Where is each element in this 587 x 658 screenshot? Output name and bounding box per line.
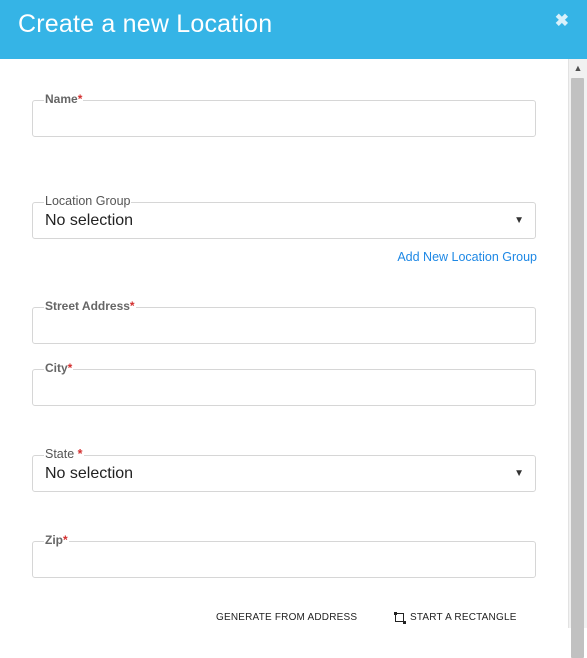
rectangle-draw-icon xyxy=(393,611,406,624)
generate-from-address-button[interactable]: GENERATE FROM ADDRESS xyxy=(216,612,357,623)
add-location-group-link[interactable]: Add New Location Group xyxy=(397,250,537,264)
start-rectangle-label: START A RECTANGLE xyxy=(410,612,517,623)
city-field[interactable]: City* xyxy=(32,360,536,406)
required-mark: * xyxy=(77,447,83,461)
dropdown-arrow-icon: ▼ xyxy=(514,215,524,226)
generate-from-address-label: GENERATE FROM ADDRESS xyxy=(216,612,358,623)
required-mark: * xyxy=(63,533,68,547)
street-address-field[interactable]: Street Address* xyxy=(32,298,536,344)
zip-label: Zip* xyxy=(44,532,69,548)
scroll-up-arrow-icon[interactable]: ▲ xyxy=(569,59,587,77)
dropdown-arrow-icon: ▼ xyxy=(514,468,524,479)
state-select[interactable]: State * No selection ▼ xyxy=(32,446,536,492)
start-rectangle-button[interactable]: START A RECTANGLE xyxy=(393,611,517,624)
zip-field[interactable]: Zip* xyxy=(32,532,536,578)
name-label: Name* xyxy=(44,91,84,107)
close-icon[interactable]: ✖ xyxy=(555,11,569,31)
dialog-header: Create a new Location ✖ xyxy=(0,0,587,59)
street-address-label: Street Address* xyxy=(44,298,136,314)
city-label: City* xyxy=(44,360,74,376)
required-mark: * xyxy=(77,92,83,106)
scroll-thumb[interactable] xyxy=(571,78,584,658)
location-group-select[interactable]: Location Group No selection ▼ xyxy=(32,193,536,239)
location-group-label: Location Group xyxy=(44,193,132,209)
dialog-title: Create a new Location xyxy=(18,10,273,38)
name-field[interactable]: Name* xyxy=(32,91,536,137)
scrollbar[interactable]: ▲ xyxy=(568,59,587,658)
required-mark: * xyxy=(67,361,73,375)
location-group-value: No selection xyxy=(45,212,134,229)
state-value: No selection xyxy=(45,465,134,482)
required-mark: * xyxy=(129,299,135,313)
state-label: State * xyxy=(44,446,84,462)
